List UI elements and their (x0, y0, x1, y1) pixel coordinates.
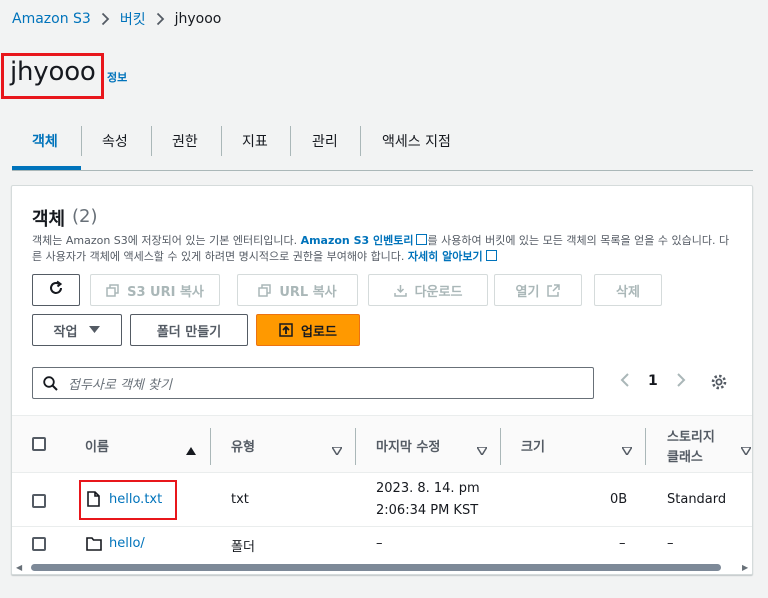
column-divider (210, 428, 211, 465)
scroll-left-icon[interactable]: ◀ (16, 563, 22, 572)
upload-label: 업로드 (301, 324, 337, 340)
previous-page-button[interactable] (620, 372, 630, 392)
tab-permissions[interactable]: 권한 (172, 126, 198, 156)
object-storage-class: – (667, 536, 674, 551)
search-icon (43, 375, 58, 391)
table-row[interactable]: hello/ 폴더 – – – (12, 528, 752, 560)
panel-description: 객체는 Amazon S3에 저장되어 있는 기본 엔터티입니다. Amazon… (32, 233, 732, 265)
tab-metrics[interactable]: 지표 (242, 126, 268, 156)
refresh-button[interactable] (32, 274, 80, 306)
column-divider (645, 428, 646, 465)
sort-ascending-icon[interactable] (186, 440, 196, 459)
copy-s3-uri-button[interactable]: S3 URI 복사 (90, 274, 220, 306)
sort-icon[interactable] (330, 440, 344, 459)
object-name-link[interactable]: hello/ (109, 536, 145, 551)
copy-url-button[interactable]: URL 복사 (237, 274, 358, 306)
create-folder-button[interactable]: 폴더 만들기 (130, 314, 248, 346)
select-all-checkbox[interactable] (32, 437, 46, 451)
object-last-modified: 2023. 8. 14. pm (376, 481, 480, 496)
scrollbar-thumb[interactable] (31, 564, 721, 571)
breadcrumb-current: jhyooo (174, 11, 222, 27)
object-size: 0B (610, 492, 628, 507)
scroll-right-icon[interactable]: ▶ (742, 563, 748, 572)
actions-label: 작업 (53, 324, 78, 340)
tab-properties[interactable]: 속성 (102, 126, 128, 156)
tab-access-points[interactable]: 액세스 지점 (382, 126, 451, 156)
copy-url-label: URL 복사 (279, 284, 337, 300)
object-storage-class: Standard (667, 492, 727, 507)
create-folder-label: 폴더 만들기 (156, 324, 222, 340)
copy-icon (258, 283, 272, 297)
info-link[interactable]: 정보 (107, 69, 127, 85)
search-input[interactable]: 접두사로 객체 찾기 (32, 367, 594, 399)
tab-divider (221, 126, 222, 156)
table-header: 이름 유형 마지막 수정 크기 스토리지 클래스 (12, 415, 752, 473)
refresh-icon (48, 280, 64, 300)
caret-down-icon (89, 326, 101, 334)
download-button[interactable]: 다운로드 (368, 274, 488, 306)
delete-button[interactable]: 삭제 (594, 274, 662, 306)
tab-management[interactable]: 관리 (312, 126, 338, 156)
breadcrumb-amazon-s3[interactable]: Amazon S3 (12, 11, 91, 27)
horizontal-scrollbar[interactable]: ◀ ▶ (12, 560, 752, 574)
object-count: (2) (72, 206, 98, 227)
tab-objects[interactable]: 객체 (32, 126, 58, 156)
external-link-icon (485, 250, 497, 261)
object-last-modified: – (376, 536, 383, 551)
column-type[interactable]: 유형 (231, 436, 255, 455)
sort-icon[interactable] (739, 440, 752, 459)
download-icon (393, 284, 407, 297)
column-divider (355, 428, 356, 465)
object-type: 폴더 (231, 540, 255, 555)
inventory-link[interactable]: Amazon S3 인벤토리 (301, 234, 414, 247)
tab-divider (360, 126, 361, 156)
copy-icon (106, 283, 119, 297)
search-placeholder: 접두사로 객체 찾기 (68, 377, 172, 393)
folder-icon (86, 536, 102, 555)
tab-divider (151, 126, 152, 156)
next-page-button[interactable] (676, 372, 686, 392)
chevron-right-icon (156, 12, 165, 26)
settings-gear-icon[interactable] (710, 373, 728, 395)
sort-icon[interactable] (620, 440, 634, 459)
download-label: 다운로드 (414, 284, 463, 300)
tab-divider (290, 126, 291, 156)
active-tab-indicator (12, 166, 81, 170)
copy-s3-uri-label: S3 URI 복사 (127, 284, 204, 300)
row-checkbox[interactable] (32, 494, 46, 508)
page-number[interactable]: 1 (648, 373, 658, 389)
tab-divider (81, 126, 82, 156)
highlight-box (79, 480, 177, 520)
column-name[interactable]: 이름 (85, 436, 109, 455)
page-title: jhyooo (10, 57, 96, 87)
open-button[interactable]: 열기 (494, 274, 582, 306)
row-checkbox[interactable] (32, 537, 46, 551)
panel-title: 객체 (32, 209, 66, 230)
object-type: txt (231, 492, 249, 507)
column-size[interactable]: 크기 (521, 436, 545, 455)
column-last-modified[interactable]: 마지막 수정 (376, 436, 440, 455)
object-last-modified-time: 2:06:34 PM KST (376, 503, 479, 518)
upload-icon (279, 323, 293, 337)
external-link-icon (416, 234, 428, 245)
upload-button[interactable]: 업로드 (256, 314, 360, 346)
object-size: – (619, 536, 626, 551)
open-label: 열기 (515, 284, 540, 300)
breadcrumb: Amazon S3 버킷 jhyooo (12, 9, 221, 29)
column-storage-class-line-2[interactable]: 클래스 (667, 446, 703, 465)
description-text: 객체는 Amazon S3에 저장되어 있는 기본 엔터티입니다. (32, 234, 298, 247)
learn-more-link[interactable]: 자세히 알아보기 (408, 250, 483, 263)
tab-bar: 객체 속성 권한 지표 관리 액세스 지점 (12, 121, 753, 171)
column-storage-class[interactable]: 스토리지 (667, 426, 715, 445)
breadcrumb-buckets[interactable]: 버킷 (120, 9, 146, 29)
chevron-right-icon (101, 12, 110, 26)
sort-icon[interactable] (475, 440, 489, 459)
column-divider (500, 428, 501, 465)
actions-dropdown[interactable]: 작업 (32, 314, 122, 346)
external-link-icon (547, 283, 561, 297)
delete-label: 삭제 (616, 284, 640, 300)
objects-panel: 객체 (2) 객체는 Amazon S3에 저장되어 있는 기본 엔터티입니다.… (11, 185, 753, 575)
